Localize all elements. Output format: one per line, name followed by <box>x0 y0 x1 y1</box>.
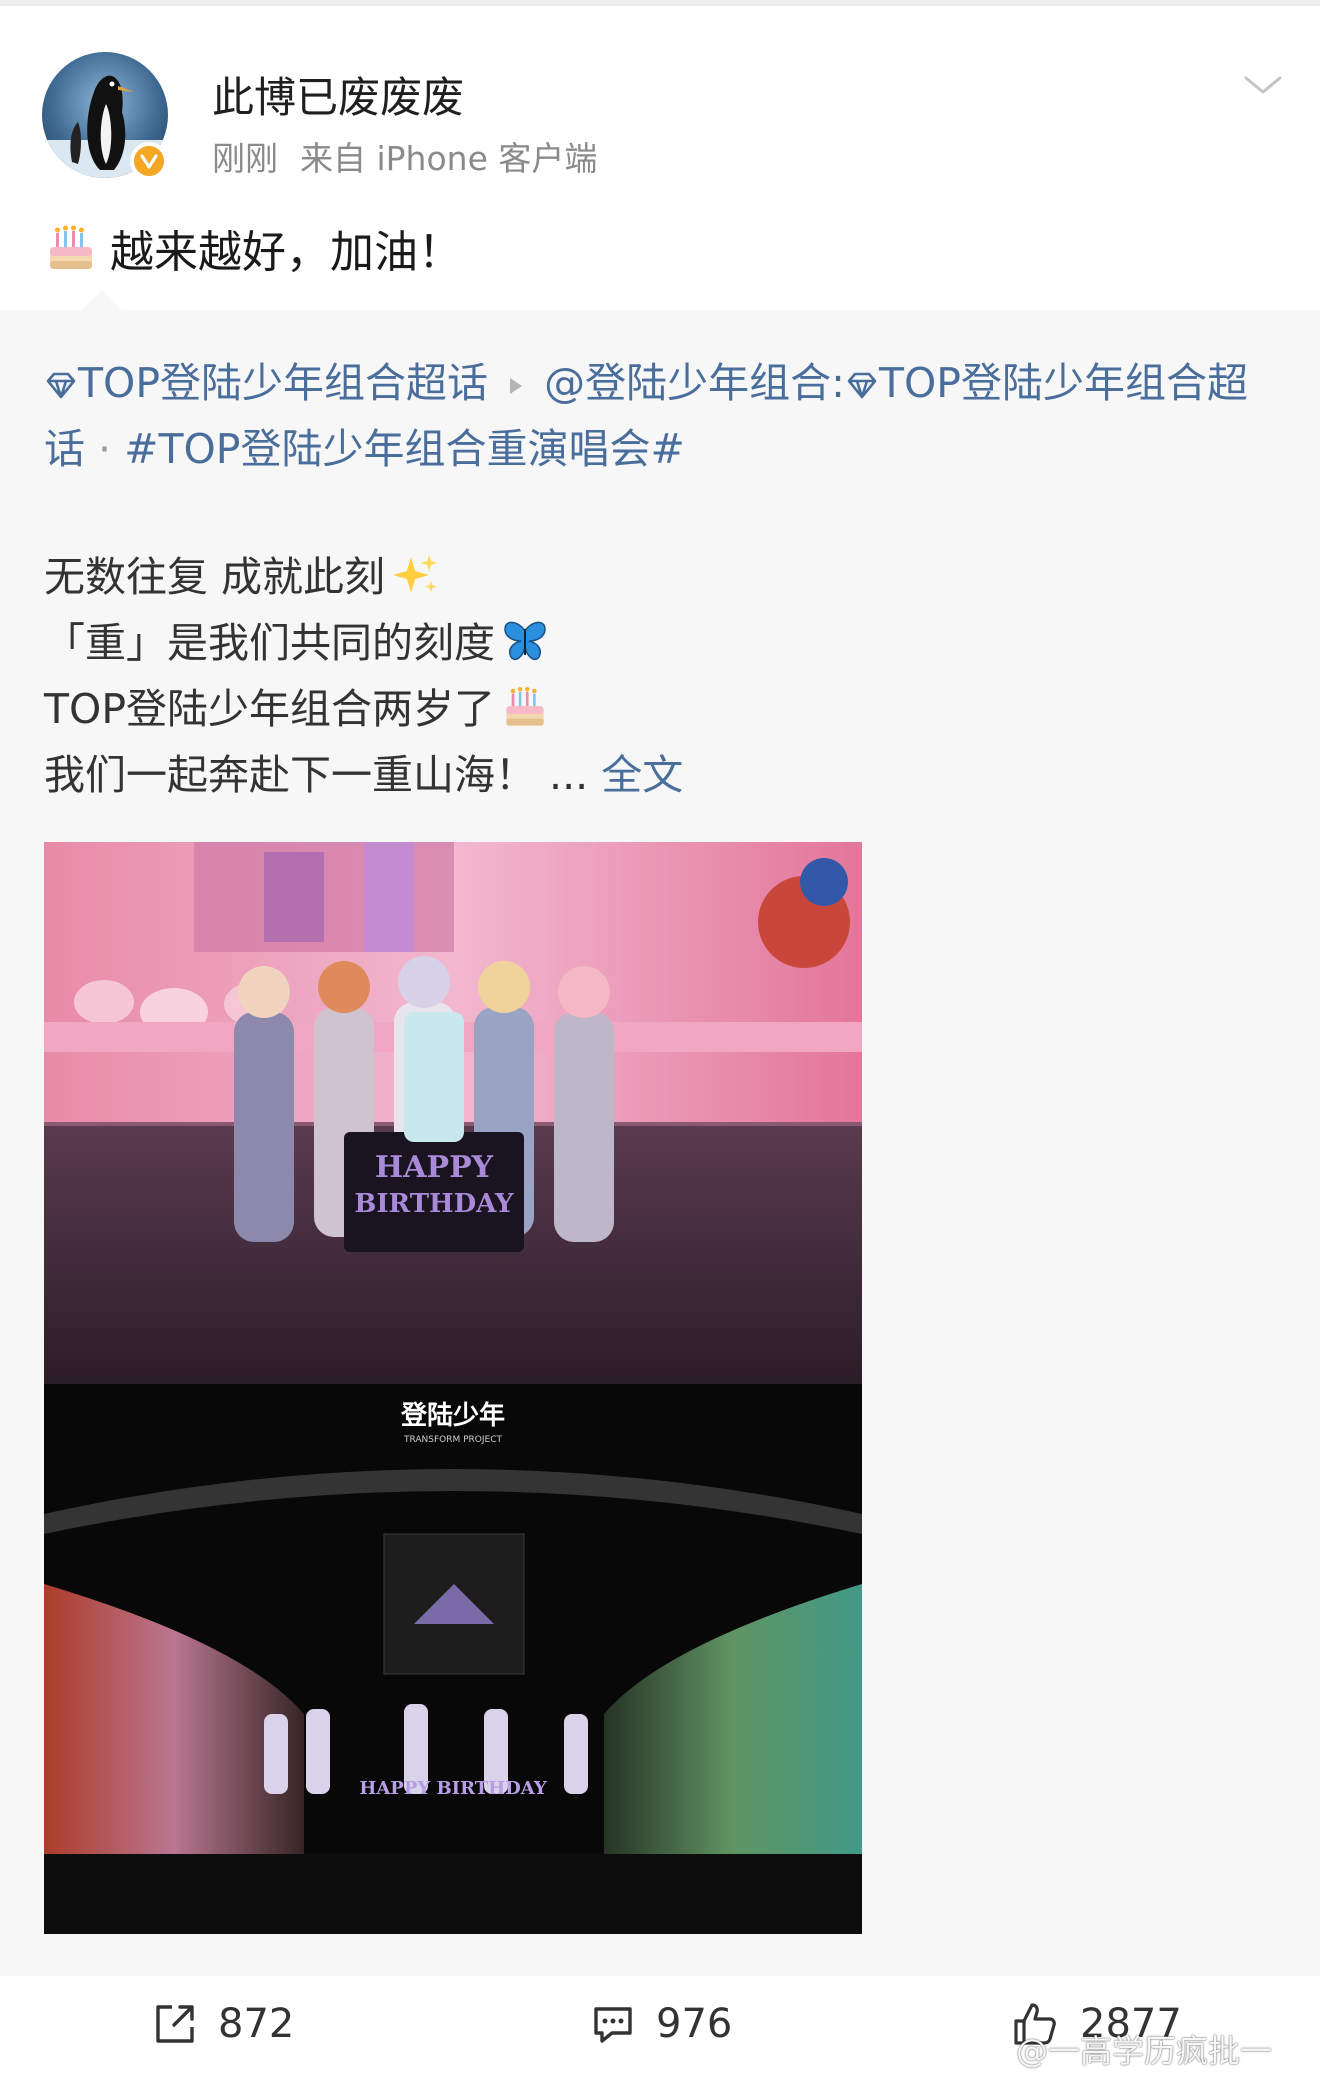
stadium-logo-sub: TRANSFORM PROJECT <box>403 1435 503 1445</box>
body-line-4: 我们一起奔赴下一重山海！ ... 全文 <box>44 751 684 799</box>
mention-link[interactable]: @登陆少年组合: <box>544 359 845 407</box>
chevron-down-icon <box>1244 76 1282 94</box>
cake-icon <box>50 225 92 269</box>
post-time: 刚刚 <box>212 139 278 178</box>
share-button[interactable]: 872 <box>152 1996 294 2052</box>
original-body: 无数往复 成就此刻 「重」是我们共同的刻度 TOP登陆少年组合两岁了 我们一起奔… <box>44 544 683 808</box>
verified-badge-icon <box>130 142 168 180</box>
diamond-icon <box>46 372 76 399</box>
cake-icon <box>506 687 544 726</box>
butterfly-icon <box>504 621 546 661</box>
birthday-banner: BIRTHDAY <box>354 1189 514 1219</box>
post-image-2[interactable]: 登陆少年 TRANSFORM PROJECT HAPPY BIRTHDAY <box>44 1384 862 1934</box>
comment-text: 越来越好，加油！ <box>110 227 462 278</box>
repost-comment: 越来越好，加油！ <box>44 218 462 278</box>
reposted-original[interactable]: TOP登陆少年组合超话 @登陆少年组合: TOP登陆少年组合超话 · #TOP登陆… <box>0 310 1320 1976</box>
comment-count: 976 <box>656 2001 733 2047</box>
separator: · <box>98 425 112 473</box>
full-text-link[interactable]: 全文 <box>601 751 683 799</box>
repost-notch <box>80 290 124 312</box>
ellipsis: ... <box>549 751 589 799</box>
watermark-text: @一高学历疯批一 <box>1016 2032 1273 2070</box>
share-count: 872 <box>218 2001 295 2047</box>
sparkles-icon <box>393 555 438 593</box>
play-triangle-icon <box>510 378 523 394</box>
username[interactable]: 此博已废废废 <box>212 64 464 125</box>
post-source: 来自 iPhone 客户端 <box>300 139 598 178</box>
body-line-1: 无数往复 成就此刻 <box>44 544 683 610</box>
post-image-1[interactable]: HAPPY BIRTHDAY <box>44 842 862 1394</box>
body-line-2: 「重」是我们共同的刻度 <box>44 610 683 676</box>
stadium-logo: 登陆少年 <box>400 1400 505 1431</box>
original-header-text: TOP登陆少年组合超话 @登陆少年组合: TOP登陆少年组合超话 · #TOP登陆… <box>44 350 1284 482</box>
post-header: 此博已废废废 刚刚 来自 iPhone 客户端 越来越好，加油！ <box>0 6 1320 306</box>
supertopic-link-1[interactable]: TOP登陆少年组合超话 <box>44 359 488 407</box>
share-icon <box>156 2005 194 2043</box>
more-options-button[interactable] <box>1238 60 1288 110</box>
hashtag-link[interactable]: #TOP登陆少年组合重演唱会# <box>124 425 685 473</box>
stadium-banner: HAPPY BIRTHDAY <box>359 1778 548 1799</box>
birthday-stage-photo: HAPPY BIRTHDAY <box>44 842 862 1394</box>
body-line-3: TOP登陆少年组合两岁了 <box>44 676 683 742</box>
comment-icon <box>594 2007 632 2043</box>
post-meta: 刚刚 来自 iPhone 客户端 <box>212 132 619 180</box>
happy-banner: HAPPY <box>375 1150 494 1185</box>
diamond-icon <box>847 372 877 399</box>
comment-button[interactable]: 976 <box>590 1996 732 2052</box>
stadium-photo: 登陆少年 TRANSFORM PROJECT HAPPY BIRTHDAY <box>44 1384 862 1934</box>
